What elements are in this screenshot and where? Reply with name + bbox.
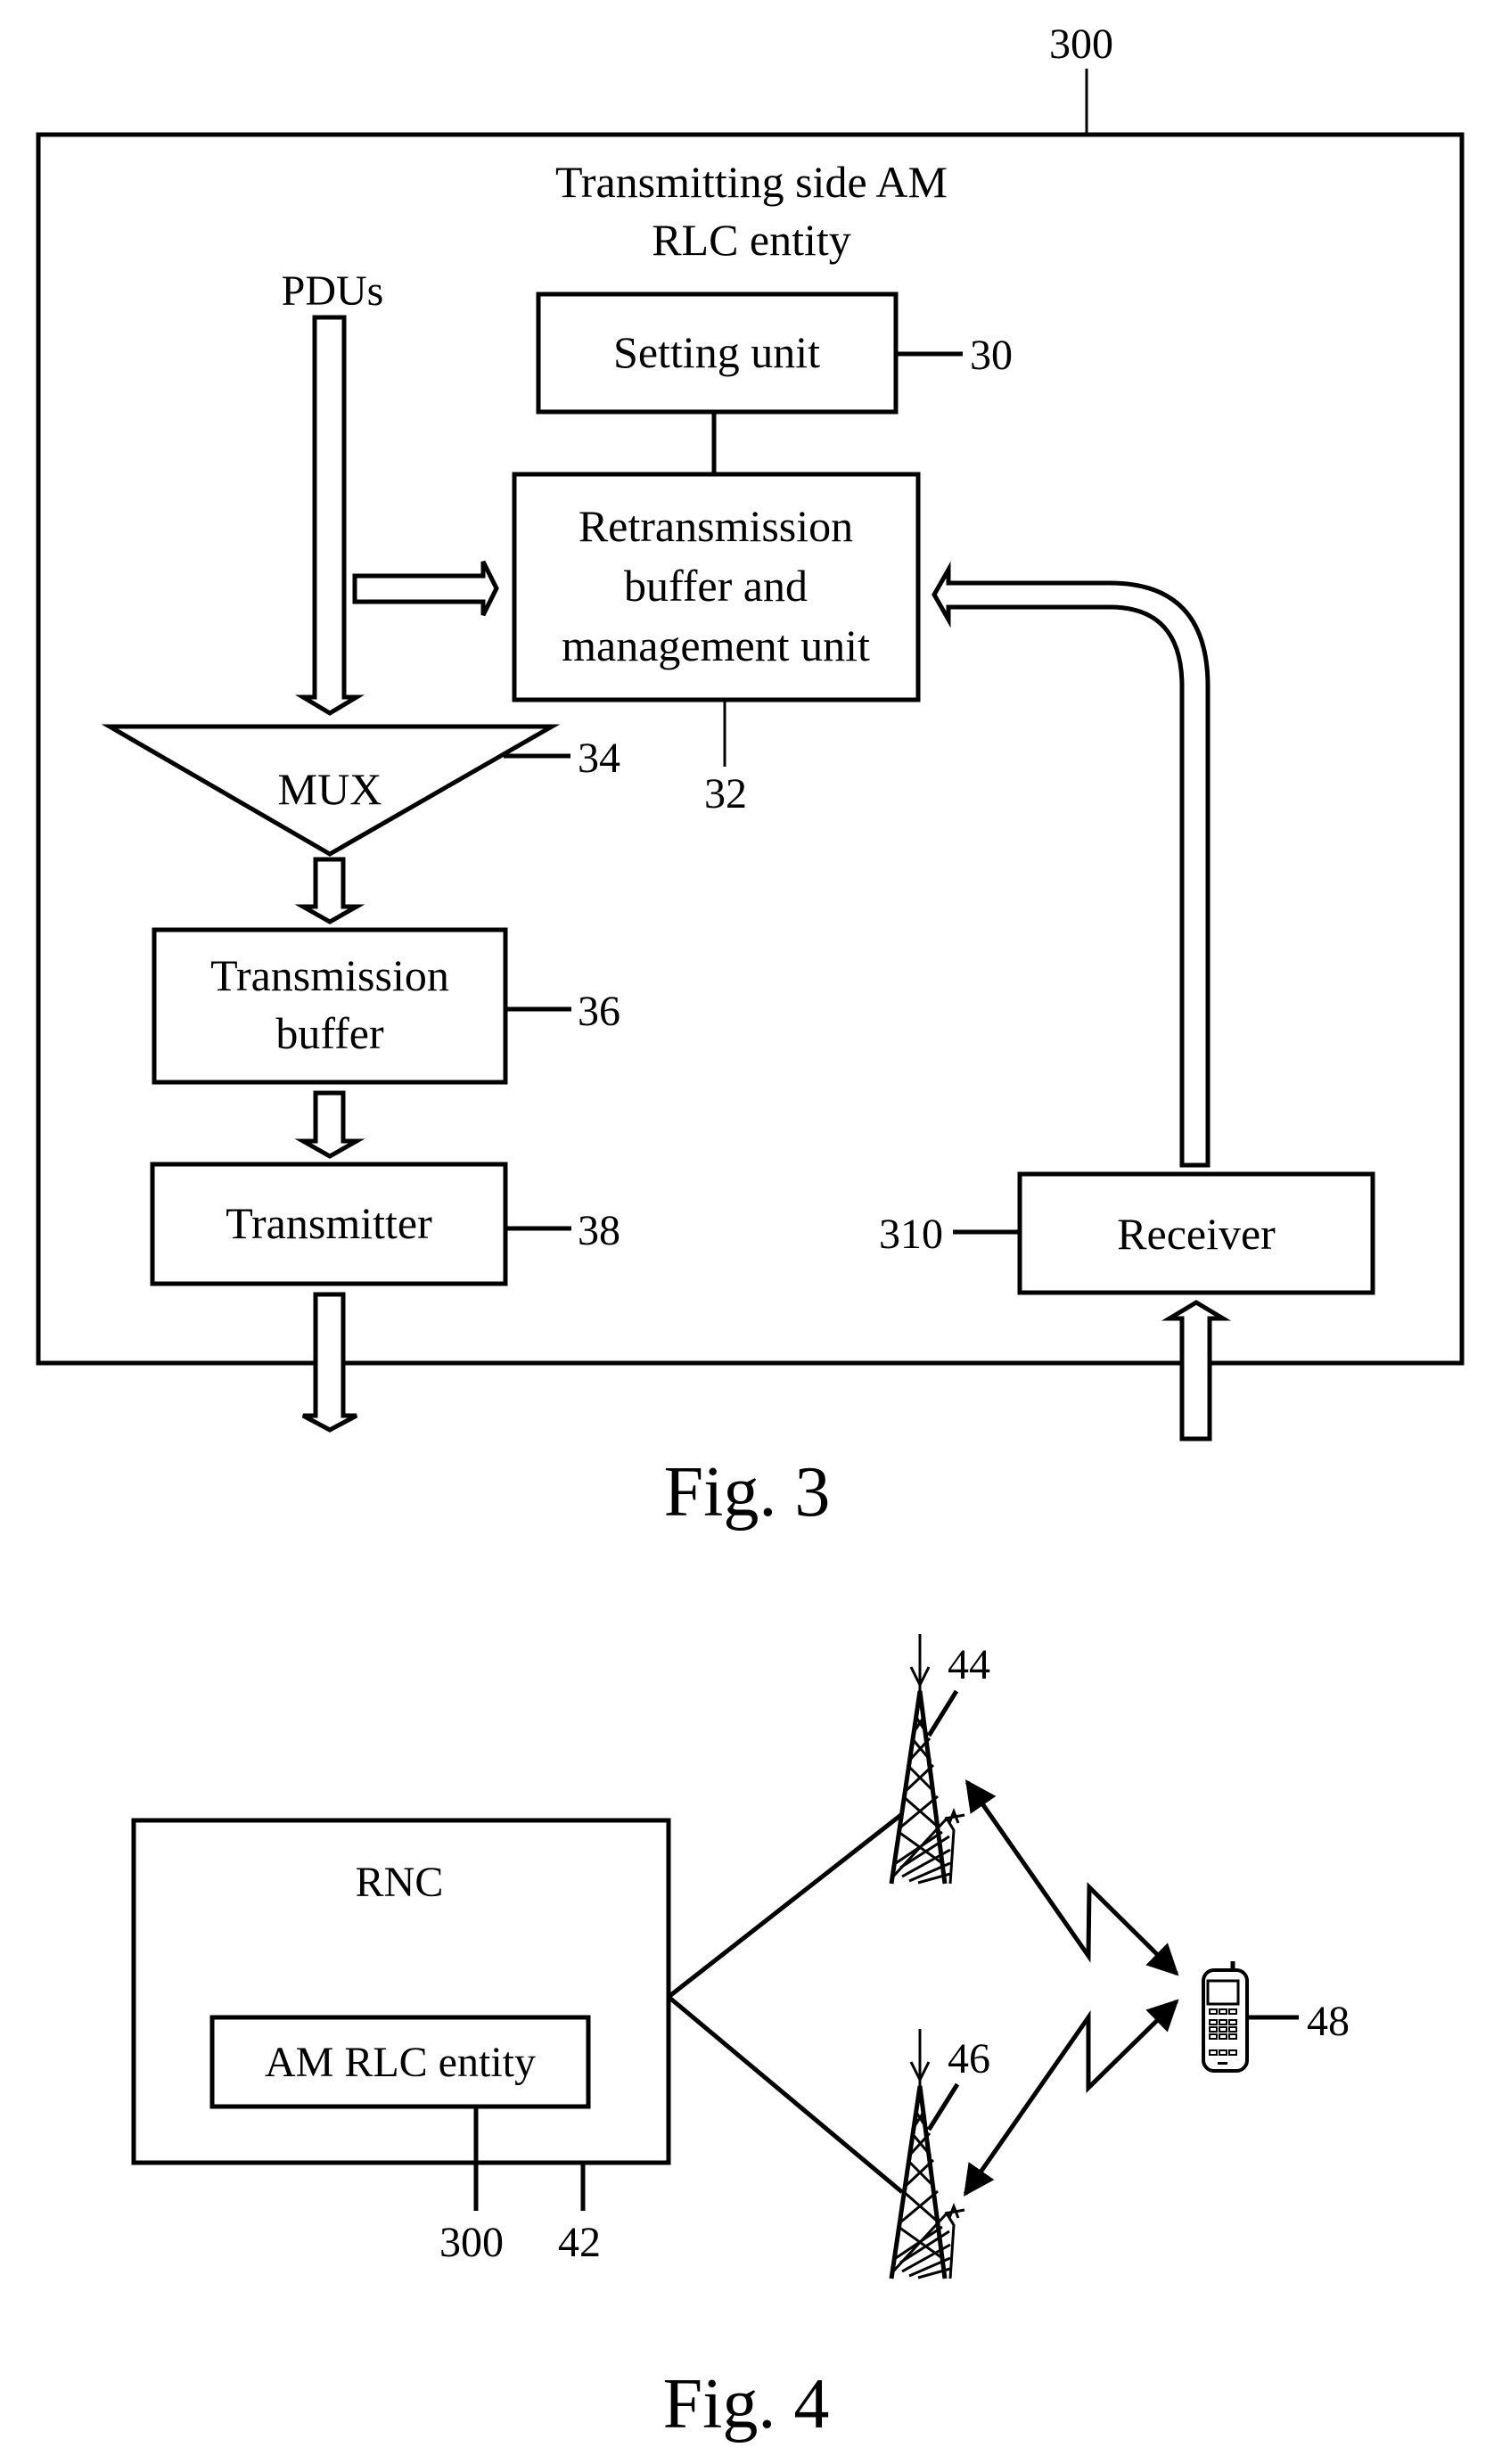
figure-4: RNC AM RLC entity 300 42 44 46 48 Fig. 4 [131, 1634, 1350, 2443]
ref-30-label: 30 [970, 332, 1013, 379]
fig4-caption: Fig. 4 [663, 2365, 830, 2443]
figure-3: 300 Transmitting side AM RLC entity PDUs… [36, 21, 1465, 1532]
retransmission-label-line1: Retransmission [579, 501, 853, 551]
rnc-to-tower-44-link [667, 1812, 904, 1999]
ref-46-label: 46 [948, 2035, 990, 2082]
ref-32-label: 32 [704, 770, 747, 817]
ref-42-label: 42 [558, 2219, 601, 2266]
entity-title-line1: Transmitting side AM [555, 157, 948, 207]
transmission-buffer-label-line2: buffer [275, 1008, 384, 1058]
fig3-caption: Fig. 3 [664, 1453, 831, 1532]
patent-drawing-sheet: 300 Transmitting side AM RLC entity PDUs… [36, 21, 1465, 2443]
rnc-to-tower-46-link [667, 1995, 904, 2194]
transmission-buffer-label-line1: Transmission [210, 950, 449, 1000]
ref-44-leader [926, 1689, 959, 1737]
ref-300-label-fig4: 300 [439, 2219, 504, 2266]
ref-46-leader [926, 2082, 960, 2131]
transmitter-label: Transmitter [226, 1198, 432, 1248]
mux-label: MUX [278, 764, 382, 814]
mobile-phone-icon [1202, 1961, 1249, 2073]
radio-link-tower-46-to-mobile [963, 1999, 1179, 2197]
ref-36-label: 36 [578, 988, 620, 1035]
entity-title-line2: RLC entity [652, 215, 851, 265]
ref-310-label: 310 [879, 1211, 943, 1258]
ref-44-label: 44 [948, 1641, 990, 1688]
am-rlc-entity-label: AM RLC entity [265, 2039, 536, 2086]
setting-unit-label: Setting unit [613, 327, 820, 377]
ref-300-label: 300 [1049, 21, 1113, 68]
ref-38-label: 38 [578, 1207, 620, 1254]
rnc-label: RNC [356, 1859, 444, 1906]
pdus-label: PDUs [282, 267, 384, 315]
ref-48-label: 48 [1307, 1998, 1350, 2045]
ref-34-label: 34 [578, 735, 620, 782]
radio-link-tower-44-to-mobile [964, 1779, 1179, 1976]
retransmission-label-line2: buffer and [624, 561, 808, 611]
retransmission-label-line3: management unit [562, 620, 870, 670]
receiver-label: Receiver [1117, 1209, 1276, 1259]
